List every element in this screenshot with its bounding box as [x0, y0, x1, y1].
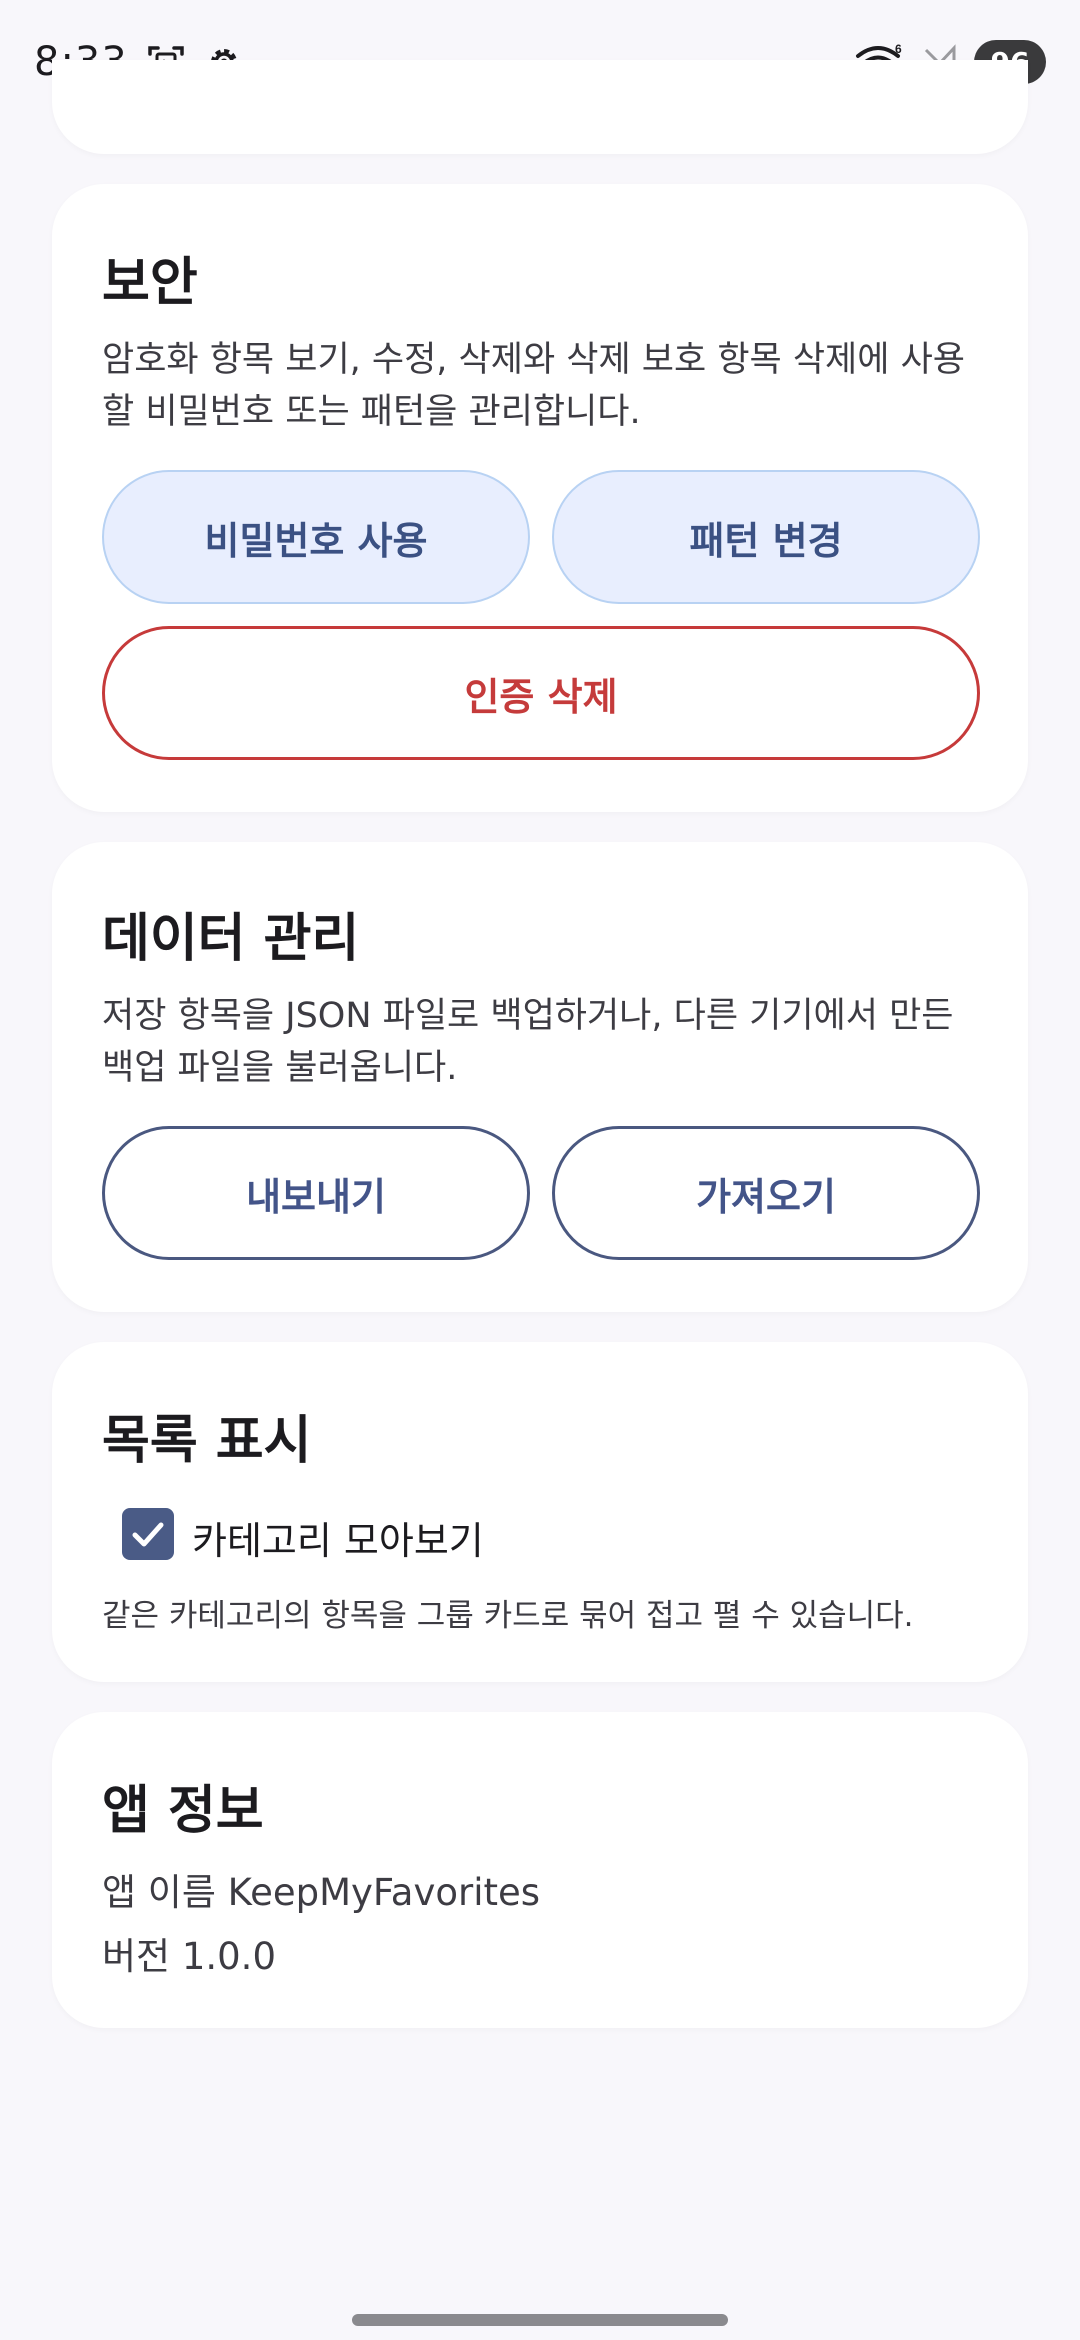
about-title: 앱 정보 — [102, 1781, 264, 1841]
list-display-card: 목록 표시 카테고리 모아보기 같은 카테고리의 항목을 그룹 카드로 묶어 접… — [52, 1342, 1028, 1682]
about-card: 앱 정보 앱 이름 KeepMyFavorites 버전 1.0.0 — [52, 1712, 1028, 2028]
use-password-button[interactable]: 비밀번호 사용 — [102, 470, 530, 604]
security-card: 보안 암호화 항목 보기, 수정, 삭제와 삭제 보호 항목 삭제에 사용할 비… — [52, 184, 1028, 812]
wifi-badge: 6 — [895, 42, 902, 56]
security-title: 보안 — [102, 253, 198, 313]
list-display-title: 목록 표시 — [102, 1411, 312, 1471]
data-management-title: 데이터 관리 — [102, 909, 360, 969]
group-by-category-checkbox[interactable] — [122, 1508, 174, 1560]
version-line: 버전 1.0.0 — [102, 1935, 276, 1978]
delete-auth-button[interactable]: 인증 삭제 — [102, 626, 980, 760]
app-name-line: 앱 이름 KeepMyFavorites — [102, 1871, 541, 1914]
export-button[interactable]: 내보내기 — [102, 1126, 530, 1260]
previous-settings-card — [52, 60, 1028, 154]
change-pattern-button[interactable]: 패턴 변경 — [552, 470, 980, 604]
import-button[interactable]: 가져오기 — [552, 1126, 980, 1260]
data-management-card: 데이터 관리 저장 항목을 JSON 파일로 백업하거나, 다른 기기에서 만든… — [52, 842, 1028, 1312]
home-indicator[interactable] — [352, 2314, 728, 2326]
security-description: 암호화 항목 보기, 수정, 삭제와 삭제 보호 항목 삭제에 사용할 비밀번호… — [102, 340, 965, 432]
checkmark-icon — [132, 1522, 164, 1547]
data-management-description: 저장 항목을 JSON 파일로 백업하거나, 다른 기기에서 만든 백업 파일을… — [102, 996, 954, 1088]
list-display-hint: 같은 카테고리의 항목을 그룹 카드로 묶어 접고 펼 수 있습니다. — [102, 1598, 914, 1634]
group-by-category-label[interactable]: 카테고리 모아보기 — [192, 1510, 484, 1565]
